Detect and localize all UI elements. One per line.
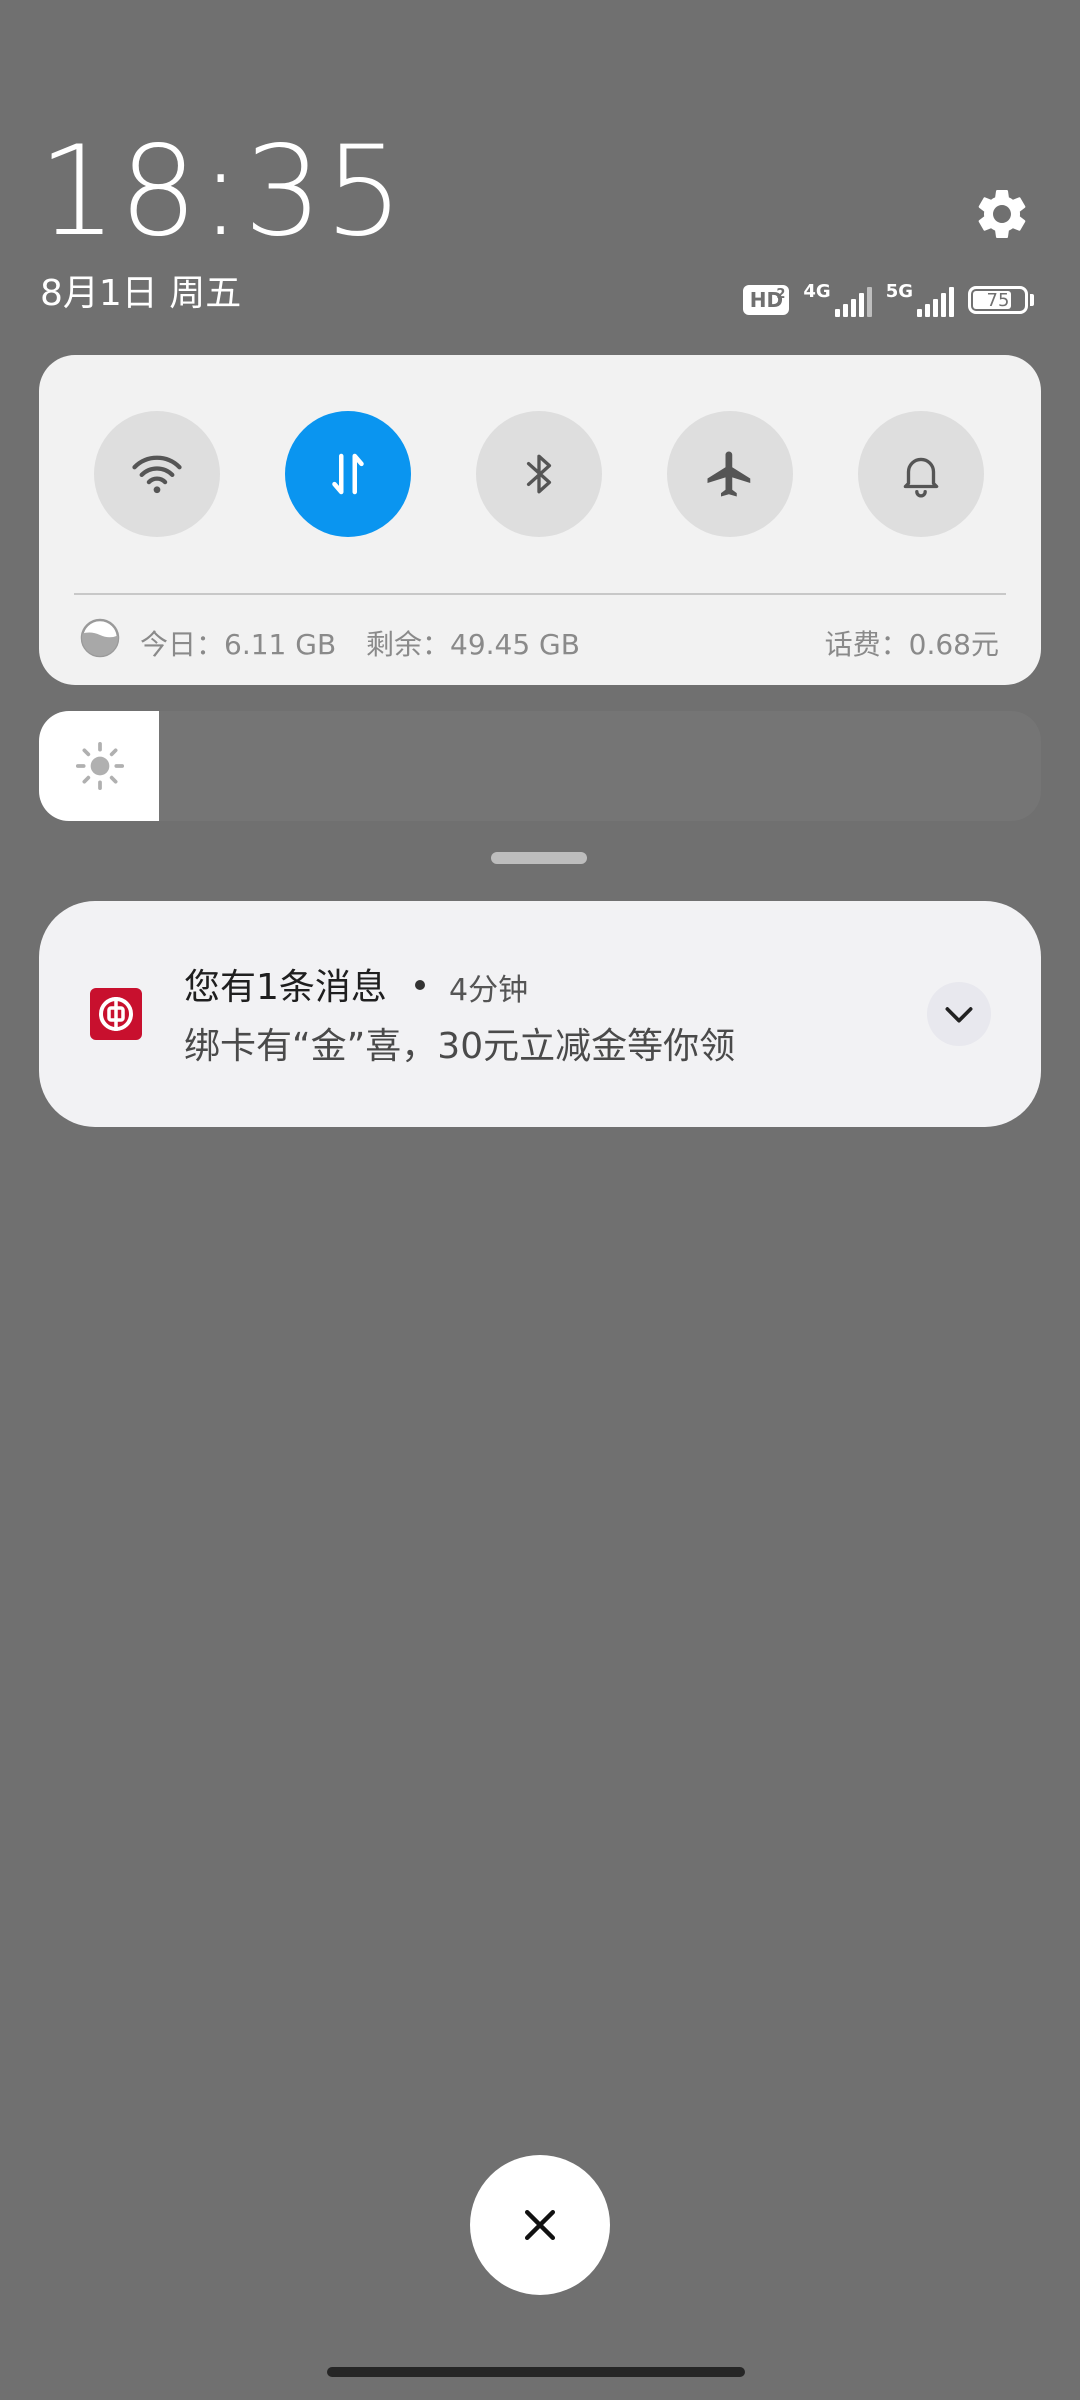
gear-icon xyxy=(978,190,1026,238)
data-remaining: 剩余：49.45 GB xyxy=(366,628,580,661)
settings-button[interactable] xyxy=(972,184,1032,244)
quick-settings-panel: 今日：6.11 GB 剩余：49.45 GB 话费：0.68元 xyxy=(39,355,1041,685)
hd-voice-badge: HD 2 xyxy=(743,285,790,315)
status-bar: HD 2 4G 5G 75 xyxy=(743,280,1034,320)
airplane-icon xyxy=(707,451,751,497)
notification-title: 您有1条消息 xyxy=(184,967,387,1008)
hd-sub-label: 2 xyxy=(776,287,786,302)
signal-bars-icon xyxy=(917,287,954,317)
clear-notifications-button[interactable] xyxy=(470,2155,610,2295)
wifi-icon xyxy=(132,455,182,494)
battery-level: 75 xyxy=(986,289,1010,311)
brightness-slider[interactable] xyxy=(39,711,1041,821)
mobile-data-toggle[interactable] xyxy=(285,411,411,537)
ring-mode-toggle[interactable] xyxy=(858,411,984,537)
bluetooth-toggle[interactable] xyxy=(476,411,602,537)
data-usage-row[interactable]: 今日：6.11 GB 剩余：49.45 GB 话费：0.68元 xyxy=(39,617,1041,661)
sim2-signal: 5G xyxy=(886,283,954,317)
notification-body: 绑卡有“金”喜，30元立减金等你领 xyxy=(184,1026,736,1067)
close-icon xyxy=(524,2209,556,2241)
clock-time: 18:35 xyxy=(38,120,406,264)
bell-icon xyxy=(903,457,939,498)
notification-time: 4分钟 xyxy=(449,973,529,1008)
gesture-navigation-bar[interactable] xyxy=(327,2367,745,2377)
signal-bars-icon xyxy=(834,287,872,317)
sim1-network-type: 4G xyxy=(803,281,831,302)
bluetooth-icon xyxy=(526,454,552,494)
data-transfer-icon xyxy=(332,453,364,495)
sim1-signal: 4G xyxy=(803,281,872,317)
chevron-down-icon xyxy=(945,1007,973,1023)
expand-notification-button[interactable] xyxy=(927,982,991,1046)
sun-icon xyxy=(75,741,125,791)
separator-dot xyxy=(415,980,425,990)
notification-card[interactable]: 您有1条消息 4分钟 绑卡有“金”喜，30元立减金等你领 xyxy=(39,901,1041,1127)
quick-settings-divider xyxy=(74,593,1006,595)
battery-icon: 75 xyxy=(968,286,1034,314)
data-usage-icon xyxy=(80,618,120,658)
wifi-toggle[interactable] xyxy=(94,411,220,537)
airplane-toggle[interactable] xyxy=(667,411,793,537)
data-used-today: 今日：6.11 GB xyxy=(140,628,337,661)
panel-drag-handle[interactable] xyxy=(491,852,587,864)
phone-bill-balance: 话费：0.68元 xyxy=(824,628,999,661)
sim2-network-type: 5G xyxy=(885,281,913,302)
date-label: 8月1日 周五 xyxy=(40,273,242,314)
bank-of-china-icon xyxy=(90,988,142,1040)
